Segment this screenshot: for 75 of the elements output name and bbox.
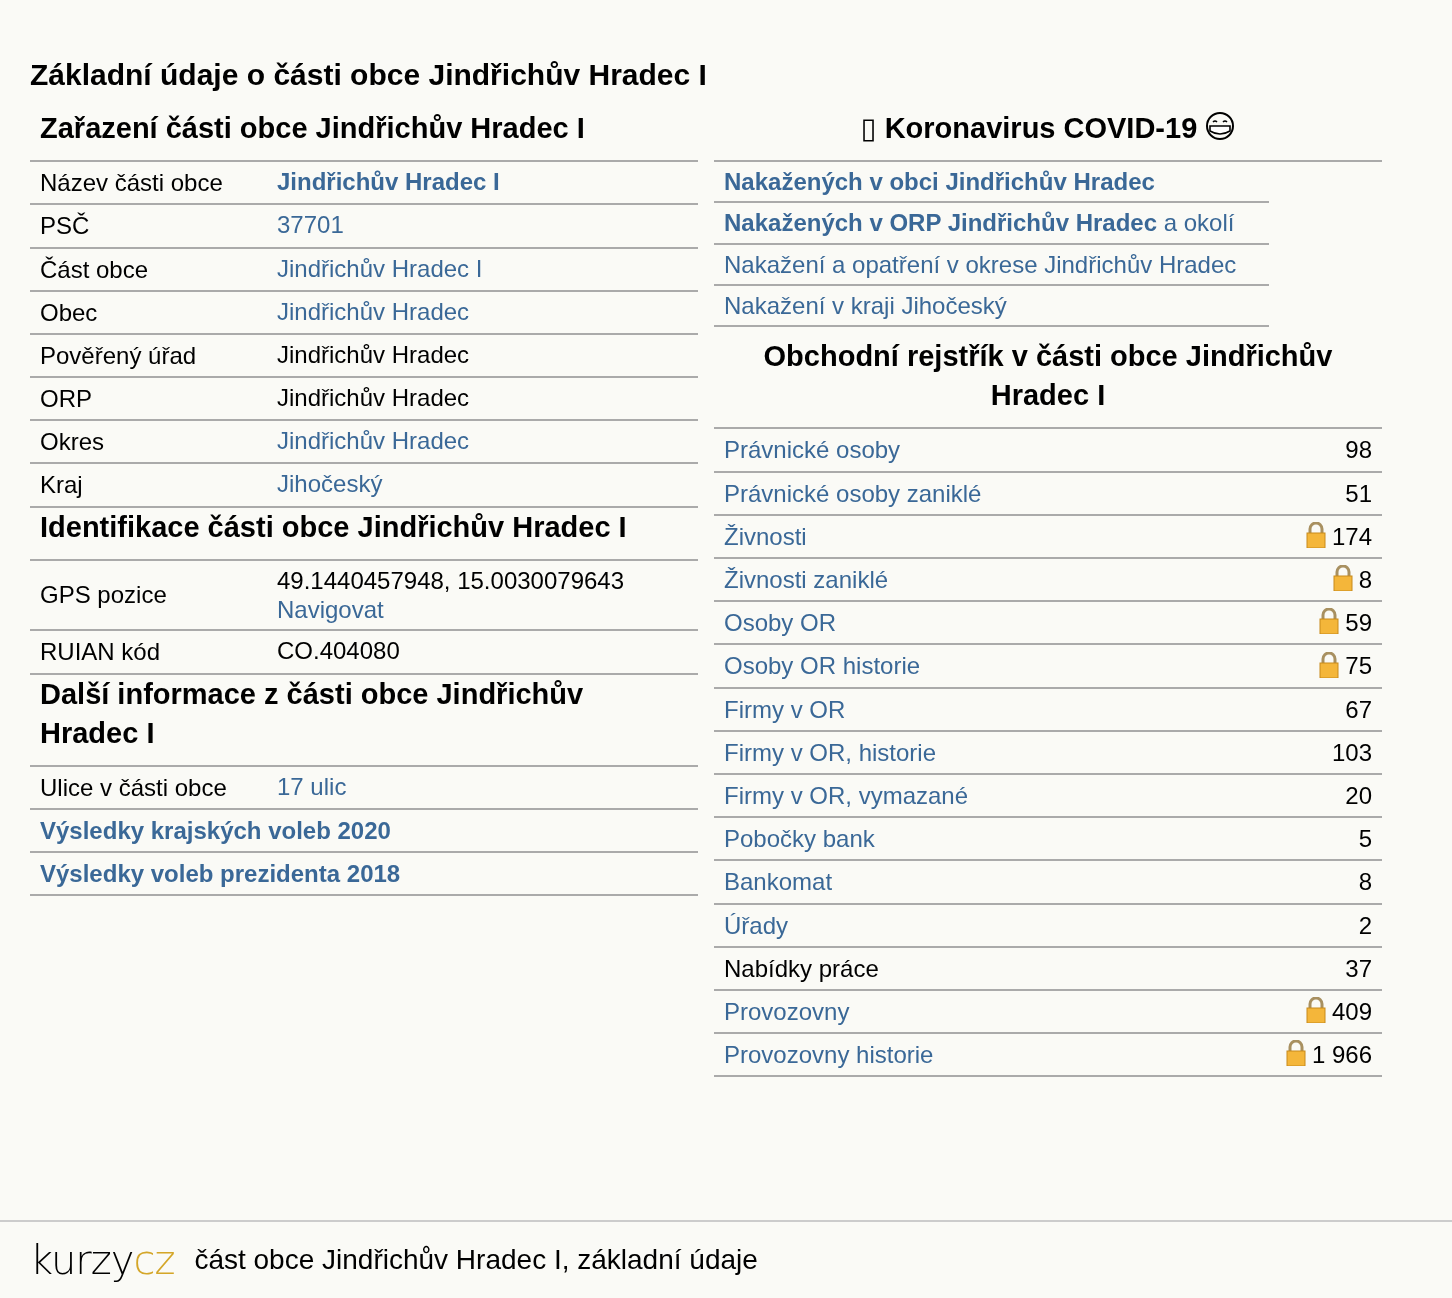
row-label: GPS pozice [40,580,168,611]
register-link[interactable]: Provozovny [724,995,850,1028]
register-link[interactable]: Pobočky bank [724,823,875,855]
value-link[interactable]: Jindřichův Hradec [277,296,470,326]
value-link[interactable]: Jihočeský [277,469,383,499]
covid-link[interactable]: Nakažených v ORP Jindřichův Hradec a okolí [724,209,1235,237]
row-label: Pověřený úřad [40,340,198,371]
register-link[interactable]: Firmy v OR, historie [724,736,936,768]
register-link[interactable]: Úřady [724,909,789,941]
register-link[interactable]: Provozovny historie [724,1039,934,1071]
row-value: Jindřichův Hradec [277,339,470,370]
row-label: ORP [40,384,93,415]
covid-link[interactable]: Nakažení a opatření v okrese Jindřichův Hradec [724,250,1237,278]
section-heading: Identifikace části obce Jindřichův Hradec I [39,509,628,545]
count-value: 103 [1331,737,1372,768]
register-link[interactable]: Bankomat [724,866,833,898]
row-label: PSČ [40,211,91,242]
register-link[interactable]: Firmy v OR [724,693,846,725]
register-link[interactable]: Firmy v OR, vymazané [724,780,969,812]
missing-glyph-icon: ▯ [860,111,877,145]
count-value: 59 [1345,608,1372,639]
register-link[interactable]: Živnosti [724,520,807,553]
padlock-icon [1319,608,1340,635]
site-logo[interactable]: kurzycz [30,1240,175,1280]
count-value: 1 966 [1311,1040,1372,1071]
report-link[interactable]: Výsledky voleb prezidenta 2018 [40,858,401,890]
value-link[interactable]: 37701 [277,210,344,240]
count-value: 98 [1345,435,1372,466]
page-title: Základní údaje o části obce Jindřichův Hradec I [30,58,708,91]
row-label: Nabídky práce [724,953,879,984]
row-value: Jindřichův Hradec [277,383,470,413]
padlock-icon [1319,651,1340,678]
report-link[interactable]: Výsledky krajských voleb 2020 [40,814,391,847]
row-value: CO.404080 [277,636,400,666]
section-heading: Další informace z části obce Jindřichův Hradec I [39,676,585,751]
row-label: Obec [40,297,99,328]
covid-link[interactable]: Nakažení v kraji Jihočeský [724,291,1007,319]
section-heading: Zařazení části obce Jindřichův Hradec I [39,111,586,146]
row-label: Ulice v části obce [40,772,228,803]
value-link[interactable]: Navigovat [277,595,624,625]
count-value: 37 [1345,953,1372,984]
count-value: 75 [1345,651,1372,682]
value-link[interactable]: Jindřichův Hradec I [277,253,483,283]
register-link[interactable]: Právnické osoby [724,434,901,466]
row-label: Část obce [40,254,150,285]
masked-face-icon [1205,111,1236,141]
padlock-icon [1332,565,1353,592]
covid-link[interactable]: Nakažených v obci Jindřichův Hradec [724,168,1155,196]
count-value: 5 [1358,824,1372,855]
padlock-icon [1305,522,1326,549]
count-value: 8 [1358,565,1372,596]
count-value: 67 [1345,694,1372,725]
count-value: 51 [1345,478,1372,509]
covid-heading: Koronavirus COVID-19 [884,112,1198,144]
value-link[interactable]: Jindřichův Hradec I [277,167,500,197]
register-link[interactable]: Živnosti zaniklé [724,564,889,596]
register-link[interactable]: Osoby OR historie [724,650,921,682]
register-link[interactable]: Osoby OR [724,607,837,639]
row-label: RUIAN kód [40,637,162,668]
count-value: 409 [1331,996,1372,1027]
count-value: 20 [1345,781,1372,811]
value-link[interactable]: 17 ulic [277,771,347,802]
section-heading: Obchodní rejstřík v části obce Jindřichův Hradec I [762,339,1334,414]
row-value: 49.1440457948, 15.0030079643 [277,565,624,596]
padlock-icon [1305,997,1326,1024]
row-label: Kraj [40,470,84,501]
count-value: 8 [1358,867,1372,898]
row-label: Okres [40,427,105,458]
register-link[interactable]: Právnické osoby zaniklé [724,477,982,509]
footer-caption: část obce Jindřichův Hradec I, základní údaje [194,1243,758,1277]
value-link[interactable]: Jindřichův Hradec [277,426,470,456]
padlock-icon [1285,1040,1306,1067]
row-label: Název části obce [40,168,224,199]
count-value: 174 [1331,521,1372,552]
count-value: 2 [1358,910,1372,941]
